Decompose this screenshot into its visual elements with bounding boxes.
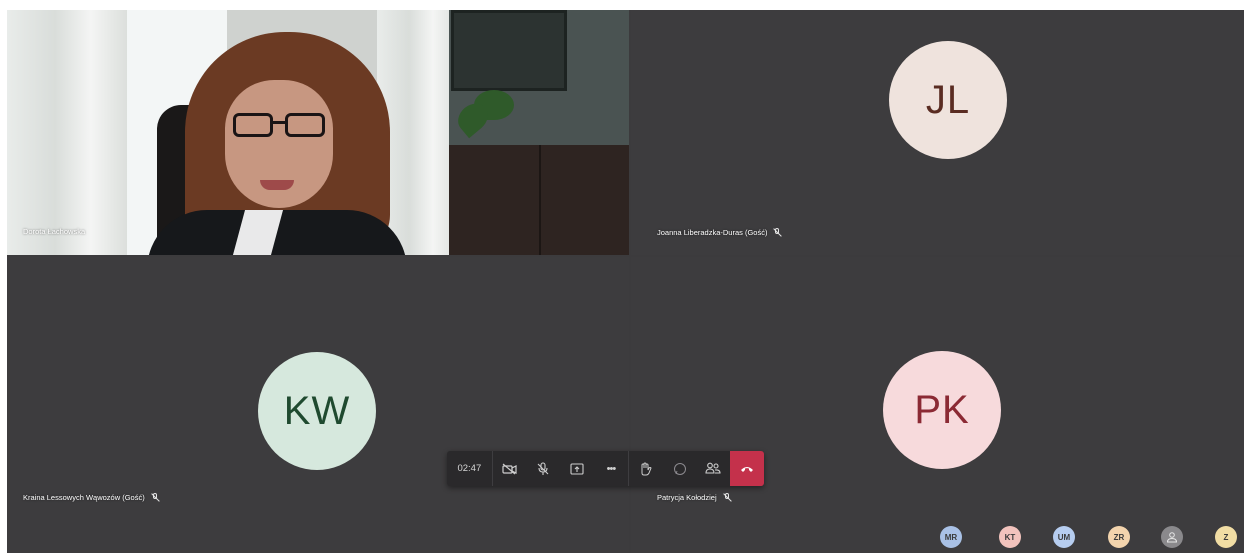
participant-name: Joanna Liberadzka-Duras (Gość) [657, 228, 768, 237]
participant-name: Kraina Lessowych Wąwozów (Gość) [23, 493, 145, 502]
roster-avatar[interactable] [1161, 526, 1183, 548]
participants-button[interactable] [696, 451, 730, 486]
roster-initials: UM [1057, 532, 1071, 542]
call-controls-bar: 02:47 ••• [447, 451, 764, 486]
participant-name-label: Joanna Liberadzka-Duras (Gość) [657, 228, 781, 237]
roster-avatar[interactable]: ZR [1108, 526, 1130, 548]
roster-avatar[interactable]: MR [940, 526, 962, 548]
participant-avatar: PK [883, 351, 1001, 469]
mic-muted-icon [723, 493, 731, 502]
participant-tile[interactable]: JL Joanna Liberadzka-Duras (Gość) [631, 10, 1244, 255]
camera-off-icon [502, 463, 517, 474]
participant-name-label: Kraina Lessowych Wąwozów (Gość) [23, 493, 159, 502]
people-icon [705, 462, 721, 474]
mic-muted-icon [151, 493, 159, 502]
raise-hand-icon [641, 461, 652, 475]
participant-avatar: JL [889, 41, 1007, 159]
roster-avatar[interactable]: KT [999, 526, 1021, 548]
glasses [233, 113, 328, 139]
roster-avatar[interactable]: UM [1053, 526, 1075, 548]
person-mouth [260, 180, 294, 190]
participant-avatar: KW [258, 352, 376, 470]
more-options-icon: ••• [606, 462, 617, 475]
wall-picture [451, 10, 567, 91]
chat-button[interactable] [663, 451, 697, 486]
participant-video-tile[interactable]: Dorota Łachowska [7, 10, 629, 255]
roster-initials: Z [1223, 532, 1229, 542]
avatar-initials: JL [925, 77, 971, 122]
roster-avatar[interactable]: Z [1215, 526, 1237, 548]
share-screen-button[interactable] [560, 451, 594, 486]
participant-name: Patrycja Kołodziej [657, 493, 717, 502]
person-icon [1166, 532, 1178, 543]
hang-up-button[interactable] [730, 451, 764, 486]
participant-name-label: Dorota Łachowska [23, 227, 85, 236]
chat-icon [673, 462, 686, 475]
participant-tile[interactable]: PK Patrycja Kołodziej [631, 257, 1244, 553]
share-screen-icon [570, 462, 584, 475]
avatar-initials: PK [914, 387, 970, 432]
mic-muted-icon [773, 228, 781, 237]
participant-name-label: Patrycja Kołodziej [657, 493, 731, 502]
mic-toggle-button[interactable] [527, 451, 561, 486]
cabinet [449, 145, 629, 255]
hang-up-icon [741, 466, 754, 472]
camera-toggle-button[interactable] [493, 451, 527, 486]
call-timer: 02:47 [447, 451, 493, 486]
raise-hand-button[interactable] [629, 451, 663, 486]
roster-initials: ZR [1113, 532, 1125, 542]
participant-tile[interactable]: KW Kraina Lessowych Wąwozów (Gość) [7, 257, 629, 553]
roster-initials: MR [944, 532, 958, 542]
avatar-initials: KW [283, 388, 351, 433]
mic-off-icon [538, 461, 549, 475]
cabinet-door-line [539, 145, 541, 255]
more-options-button[interactable]: ••• [594, 451, 629, 486]
participant-name: Dorota Łachowska [23, 227, 86, 236]
roster-initials: KT [1004, 532, 1016, 542]
curtain [7, 10, 127, 255]
